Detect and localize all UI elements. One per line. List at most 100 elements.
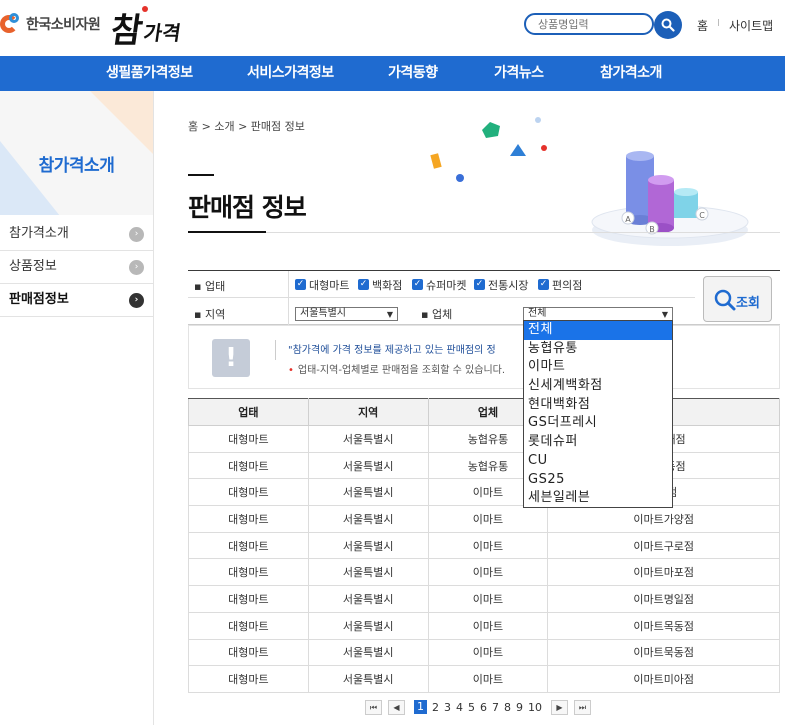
cell-region: 서울특별시 <box>307 505 429 533</box>
brand-sub: 가격 <box>142 21 183 45</box>
title-accent <box>188 174 214 176</box>
page-number[interactable]: 4 <box>456 701 463 714</box>
sidebar-item-about[interactable]: 참가격소개 › <box>0 218 153 251</box>
cell-type: 대형마트 <box>188 505 309 533</box>
next-page-button[interactable]: ▶ <box>551 699 568 715</box>
prev-page-button[interactable]: ◀ <box>388 699 405 715</box>
first-page-button[interactable]: ⏮ <box>365 699 382 715</box>
search-submit-button[interactable]: 조회 <box>703 276 772 322</box>
checkbox-label: 슈퍼마켓 <box>426 279 467 292</box>
nav-item-trends[interactable]: 가격동향 <box>388 56 438 91</box>
search-icon <box>714 289 736 311</box>
table-row[interactable]: 대형마트서울특별시이마트트5점 <box>188 478 780 507</box>
checkbox-convenience[interactable]: ✓ <box>538 279 549 290</box>
page-number[interactable]: 3 <box>444 701 451 714</box>
nav-item-about[interactable]: 참가격소개 <box>600 56 662 91</box>
cell-region: 서울특별시 <box>307 585 429 613</box>
dropdown-option-selected[interactable]: 전체 <box>524 321 672 340</box>
nav-item-services[interactable]: 서비스가격정보 <box>247 56 334 91</box>
title-divider <box>188 232 780 233</box>
blue-triangle-shape <box>510 144 526 156</box>
form-label-company: ▪ 업체 <box>421 308 453 321</box>
sidebar-item-products[interactable]: 상품정보 › <box>0 251 153 284</box>
company-dropdown-list: 전체 농협유통 이마트 신세계백화점 현대백화점 GS더프레시 롯데슈퍼 CU GS25 세븐일레… <box>523 320 673 508</box>
dropdown-option[interactable]: 농협유통 <box>524 340 672 359</box>
dropdown-option[interactable]: GS더프레시 <box>524 414 672 433</box>
brand-logo[interactable]: 참 가격 <box>108 2 183 51</box>
page-number[interactable]: 9 <box>516 701 523 714</box>
dropdown-option[interactable]: GS25 <box>524 471 672 490</box>
table-row[interactable]: 대형마트서울특별시농협유통농 양재점 <box>188 425 780 453</box>
table-row[interactable]: 대형마트 서울특별시 이마트 이마트묵동점 <box>188 638 780 667</box>
dropdown-option[interactable]: 현대백화점 <box>524 396 672 415</box>
cell-company: 이마트 <box>427 585 549 613</box>
header: 한국소비자원 참 가격 홈 I 사이트맵 <box>0 0 785 56</box>
dropdown-option[interactable]: 이마트 <box>524 358 672 377</box>
notice-box: ! "참가격에 가격 정보를 제공하고 있는 판매점의 정 업태-지역-업체별로… <box>188 325 780 389</box>
cell-region: 서울특별시 <box>307 451 429 480</box>
cell-company: 이마트 <box>427 611 549 640</box>
table-row[interactable]: 대형마트 서울특별시 이마트 이마트목동점 <box>188 611 780 640</box>
cell-company: 이마트 <box>427 638 549 667</box>
nav-item-daily-goods[interactable]: 생필품가격정보 <box>106 56 193 91</box>
sidebar-item-stores[interactable]: 판매점정보 › <box>0 284 153 317</box>
cell-region: 서울특별시 <box>307 558 429 587</box>
table-row[interactable]: 대형마트 서울특별시 이마트 이마트마포점 <box>188 558 780 587</box>
cell-type: 대형마트 <box>188 611 309 640</box>
main-nav: 생필품가격정보 서비스가격정보 가격동향 가격뉴스 참가격소개 <box>0 56 785 91</box>
orange-rect-shape <box>430 153 442 169</box>
checkbox-supermarket[interactable]: ✓ <box>412 279 423 290</box>
checkbox-label: 전통시장 <box>488 279 529 292</box>
checkbox-label: 대형마트 <box>309 279 350 292</box>
table-row[interactable]: 대형마트 서울특별시 이마트 이마트명일점 <box>188 585 780 613</box>
company-select[interactable]: 전체 ▼ <box>523 307 673 321</box>
cell-region: 서울특별시 <box>307 478 429 507</box>
dropdown-option[interactable]: CU <box>524 452 672 471</box>
header-search <box>524 11 682 39</box>
cell-type: 대형마트 <box>188 585 309 613</box>
search-button[interactable] <box>654 11 682 39</box>
sidebar-title: 참가격소개 <box>38 156 115 176</box>
sitemap-link[interactable]: 사이트맵 <box>729 17 773 34</box>
page-number-current[interactable]: 1 <box>414 700 427 714</box>
cell-type: 대형마트 <box>188 665 309 693</box>
page-number[interactable]: 6 <box>480 701 487 714</box>
page-number[interactable]: 8 <box>504 701 511 714</box>
dropdown-option[interactable]: 신세계백화점 <box>524 377 672 396</box>
home-link[interactable]: 홈 <box>697 17 708 34</box>
table-row[interactable]: 대형마트 서울특별시 이마트 이마트가양점 <box>188 505 780 533</box>
nav-item-news[interactable]: 가격뉴스 <box>494 56 544 91</box>
region-select[interactable]: 서울특별시 ▼ <box>295 307 398 321</box>
cell-type: 대형마트 <box>188 478 309 507</box>
chevron-right-icon: › <box>129 227 144 242</box>
kca-logo-icon <box>0 13 22 35</box>
last-page-button[interactable]: ⏭ <box>574 699 591 715</box>
dropdown-option[interactable]: 세븐일레븐 <box>524 489 672 508</box>
kca-logo[interactable]: 한국소비자원 <box>0 10 101 38</box>
blue-dot-shape <box>456 174 464 182</box>
page-number[interactable]: 2 <box>432 701 439 714</box>
page-number[interactable]: 7 <box>492 701 499 714</box>
bar-a-top <box>626 151 654 161</box>
checkbox-market[interactable]: ✓ <box>474 279 485 290</box>
checkbox-label: 백화점 <box>372 279 403 292</box>
brand-dot <box>142 6 148 12</box>
checkbox-department[interactable]: ✓ <box>358 279 369 290</box>
cell-region: 서울특별시 <box>307 638 429 667</box>
table-row[interactable]: 대형마트 서울특별시 이마트 이마트구로점 <box>188 531 780 560</box>
search-icon <box>661 18 675 32</box>
page-number[interactable]: 5 <box>468 701 475 714</box>
table-row[interactable]: 대형마트서울특별시농협유통농 창동점 <box>188 451 780 480</box>
light-dot-shape <box>535 117 541 123</box>
table-row[interactable]: 대형마트 서울특별시 이마트 이마트미아점 <box>188 665 780 693</box>
form-label-region: ▪ 지역 <box>194 308 226 321</box>
page-number[interactable]: 10 <box>528 701 542 714</box>
exclamation-icon: ! <box>212 339 250 377</box>
search-input[interactable] <box>524 13 654 35</box>
cell-store: 이마트구로점 <box>547 531 780 560</box>
dropdown-option[interactable]: 롯데슈퍼 <box>524 433 672 452</box>
cell-company: 이마트 <box>427 558 549 587</box>
form-divider <box>288 271 289 298</box>
checkbox-hypermarket[interactable]: ✓ <box>295 279 306 290</box>
chevron-down-icon: ▼ <box>386 310 393 319</box>
